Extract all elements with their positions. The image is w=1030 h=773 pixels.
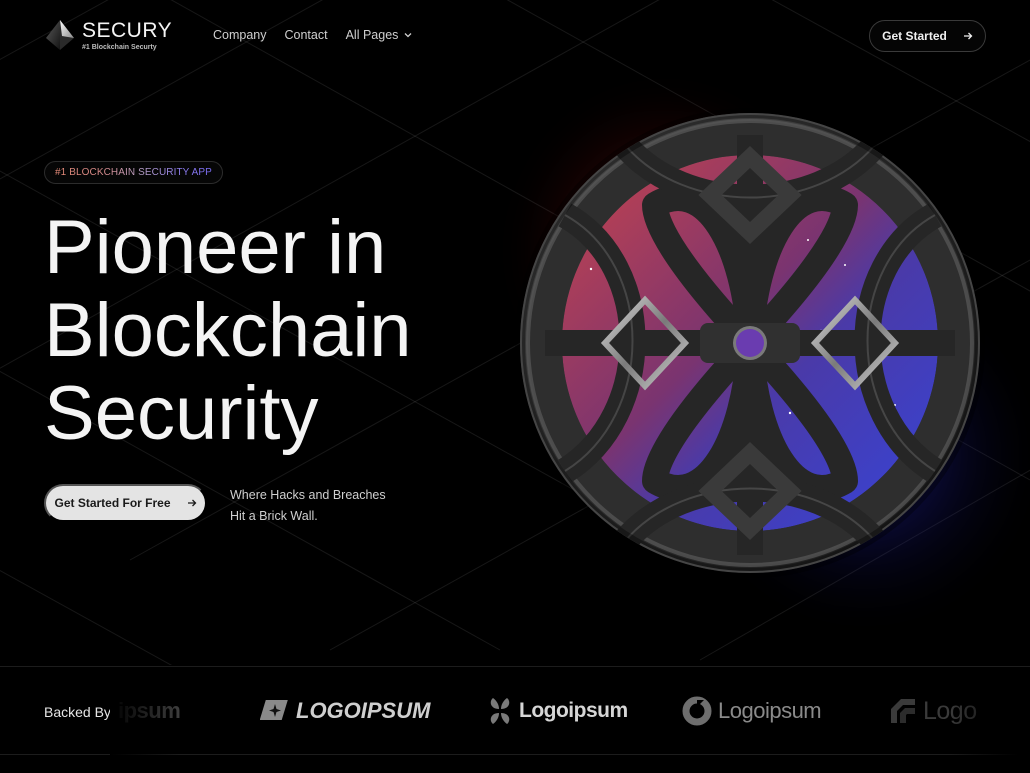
hero-sphere-illustration	[505, 90, 1025, 615]
get-started-for-free-label: Get Started For Free	[54, 496, 171, 510]
nav-link-contact[interactable]: Contact	[285, 28, 328, 42]
get-started-for-free-button[interactable]: Get Started For Free	[44, 484, 207, 522]
nav-link-label: Contact	[284, 28, 328, 42]
chevron-down-icon	[404, 33, 412, 38]
backer-logo-text: Logoipsum	[718, 698, 822, 723]
nav-link-company[interactable]: Company	[213, 28, 267, 42]
backers-label: Backed By	[44, 704, 111, 720]
backers-strip: Backed By ipsum LOGOIPSUM Logoipsum Logo…	[0, 666, 1030, 755]
hero-tagline: Where Hacks and Breaches Hit a Brick Wal…	[230, 485, 386, 527]
nav-link-label: All Pages	[345, 28, 399, 42]
arrow-right-icon	[187, 499, 196, 507]
hero-badge: #1 BLOCKCHAIN SECURITY APP	[44, 161, 223, 184]
backer-logo-text: LOGOIPSUM	[296, 698, 431, 723]
get-started-button[interactable]: Get Started	[869, 20, 986, 52]
get-started-label: Get Started	[882, 29, 947, 43]
backer-logo: Logoipsum	[487, 695, 628, 727]
hero-title: Pioneer in Blockchain Security	[44, 206, 412, 455]
armored-sphere-icon	[515, 108, 985, 578]
hero-title-line: Security	[44, 371, 319, 456]
backer-logo-text: Logoipsum	[519, 699, 628, 722]
nav-links: Company Contact All Pages	[213, 28, 412, 42]
hero-tagline-line: Hit a Brick Wall.	[230, 509, 318, 523]
top-navigation: SECURY #1 Blockchain Securty Company Con…	[0, 0, 1030, 72]
pyramid-logo-icon	[46, 20, 74, 50]
stepped-corner-icon	[891, 699, 915, 723]
arrow-right-icon	[963, 32, 973, 40]
brand-name: SECURY	[82, 18, 173, 42]
marquee-fade-right	[950, 667, 1030, 755]
brand-tagline: #1 Blockchain Securty	[82, 43, 157, 51]
backer-logo: LOGOIPSUM	[260, 695, 430, 727]
nav-link-label: Company	[213, 28, 267, 42]
sparkle-square-icon	[260, 700, 288, 720]
brand-logo[interactable]: SECURY #1 Blockchain Securty	[44, 18, 172, 52]
nav-link-all-pages[interactable]: All Pages	[346, 28, 413, 42]
hero-tagline-line: Where Hacks and Breaches	[230, 488, 386, 502]
ring-icon	[682, 696, 712, 726]
hero-title-line: Pioneer in	[44, 205, 387, 290]
hero-title-line: Blockchain	[44, 288, 412, 373]
hero-badge-text: #1 BLOCKCHAIN SECURITY APP	[55, 167, 212, 178]
backer-logo: Logoipsum	[682, 695, 822, 727]
marquee-fade-left	[110, 667, 180, 755]
petal-cluster-icon	[490, 698, 510, 724]
